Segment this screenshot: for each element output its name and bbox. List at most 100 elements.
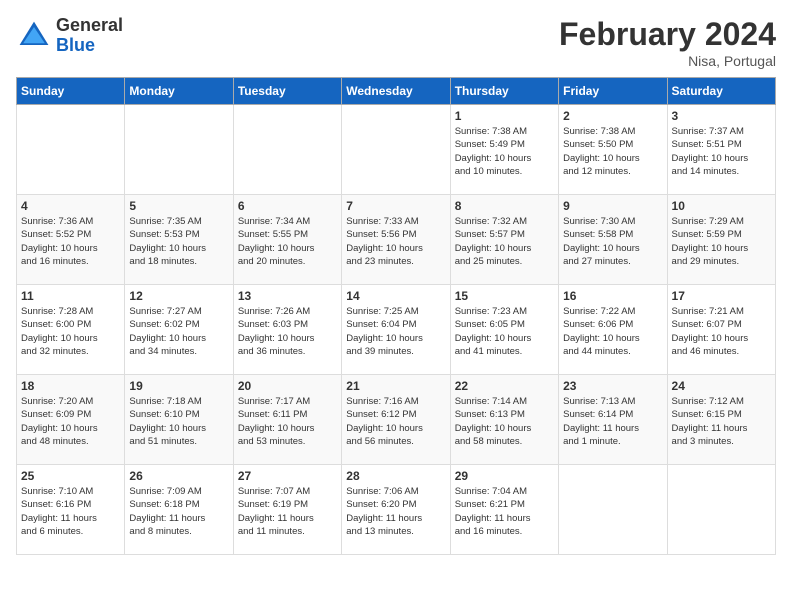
day-header-tuesday: Tuesday (233, 78, 341, 105)
day-info: Sunrise: 7:38 AM Sunset: 5:49 PM Dayligh… (455, 125, 554, 178)
calendar-cell: 29 Sunrise: 7:04 AM Sunset: 6:21 PM Dayli… (450, 465, 558, 555)
calendar-cell: 3 Sunrise: 7:37 AM Sunset: 5:51 PM Daylig… (667, 105, 775, 195)
day-number: 27 (238, 469, 337, 483)
day-info: Sunrise: 7:20 AM Sunset: 6:09 PM Dayligh… (21, 395, 120, 448)
day-info: Sunrise: 7:22 AM Sunset: 6:06 PM Dayligh… (563, 305, 662, 358)
day-number: 10 (672, 199, 771, 213)
day-number: 11 (21, 289, 120, 303)
day-info: Sunrise: 7:25 AM Sunset: 6:04 PM Dayligh… (346, 305, 445, 358)
day-header-saturday: Saturday (667, 78, 775, 105)
day-info: Sunrise: 7:29 AM Sunset: 5:59 PM Dayligh… (672, 215, 771, 268)
day-info: Sunrise: 7:32 AM Sunset: 5:57 PM Dayligh… (455, 215, 554, 268)
logo-general: General (56, 16, 123, 36)
calendar-cell: 27 Sunrise: 7:07 AM Sunset: 6:19 PM Dayli… (233, 465, 341, 555)
calendar-cell: 28 Sunrise: 7:06 AM Sunset: 6:20 PM Dayli… (342, 465, 450, 555)
day-info: Sunrise: 7:38 AM Sunset: 5:50 PM Dayligh… (563, 125, 662, 178)
day-number: 9 (563, 199, 662, 213)
day-number: 4 (21, 199, 120, 213)
day-info: Sunrise: 7:14 AM Sunset: 6:13 PM Dayligh… (455, 395, 554, 448)
day-header-thursday: Thursday (450, 78, 558, 105)
calendar-cell: 11 Sunrise: 7:28 AM Sunset: 6:00 PM Dayli… (17, 285, 125, 375)
calendar-table: SundayMondayTuesdayWednesdayThursdayFrid… (16, 77, 776, 555)
calendar-cell: 6Sunrise: 7:34 AM Sunset: 5:55 PM Daylig… (233, 195, 341, 285)
day-number: 1 (455, 109, 554, 123)
day-number: 26 (129, 469, 228, 483)
calendar-cell: 14 Sunrise: 7:25 AM Sunset: 6:04 PM Dayli… (342, 285, 450, 375)
day-number: 7 (346, 199, 445, 213)
day-info: Sunrise: 7:33 AM Sunset: 5:56 PM Dayligh… (346, 215, 445, 268)
calendar-title: February 2024 (559, 16, 776, 53)
day-number: 20 (238, 379, 337, 393)
logo: General Blue (16, 16, 123, 56)
day-number: 17 (672, 289, 771, 303)
calendar-cell (125, 105, 233, 195)
calendar-cell (667, 465, 775, 555)
day-info: Sunrise: 7:27 AM Sunset: 6:02 PM Dayligh… (129, 305, 228, 358)
calendar-cell: 4 Sunrise: 7:36 AM Sunset: 5:52 PM Daylig… (17, 195, 125, 285)
day-header-monday: Monday (125, 78, 233, 105)
calendar-cell: 24Sunrise: 7:12 AM Sunset: 6:15 PM Dayli… (667, 375, 775, 465)
day-info: Sunrise: 7:18 AM Sunset: 6:10 PM Dayligh… (129, 395, 228, 448)
day-info: Sunrise: 7:23 AM Sunset: 6:05 PM Dayligh… (455, 305, 554, 358)
calendar-cell: 18 Sunrise: 7:20 AM Sunset: 6:09 PM Dayli… (17, 375, 125, 465)
day-number: 14 (346, 289, 445, 303)
day-info: Sunrise: 7:04 AM Sunset: 6:21 PM Dayligh… (455, 485, 554, 538)
day-number: 25 (21, 469, 120, 483)
day-header-wednesday: Wednesday (342, 78, 450, 105)
calendar-cell: 13 Sunrise: 7:26 AM Sunset: 6:03 PM Dayli… (233, 285, 341, 375)
week-row-2: 4 Sunrise: 7:36 AM Sunset: 5:52 PM Daylig… (17, 195, 776, 285)
page-header: General Blue February 2024 Nisa, Portuga… (16, 16, 776, 69)
calendar-cell: 21 Sunrise: 7:16 AM Sunset: 6:12 PM Dayli… (342, 375, 450, 465)
day-number: 19 (129, 379, 228, 393)
day-info: Sunrise: 7:26 AM Sunset: 6:03 PM Dayligh… (238, 305, 337, 358)
calendar-cell: 16 Sunrise: 7:22 AM Sunset: 6:06 PM Dayli… (559, 285, 667, 375)
day-info: Sunrise: 7:30 AM Sunset: 5:58 PM Dayligh… (563, 215, 662, 268)
calendar-cell: 12Sunrise: 7:27 AM Sunset: 6:02 PM Dayli… (125, 285, 233, 375)
day-info: Sunrise: 7:10 AM Sunset: 6:16 PM Dayligh… (21, 485, 120, 538)
logo-blue: Blue (56, 36, 123, 56)
calendar-cell: 23 Sunrise: 7:13 AM Sunset: 6:14 PM Dayli… (559, 375, 667, 465)
calendar-cell: 5Sunrise: 7:35 AM Sunset: 5:53 PM Daylig… (125, 195, 233, 285)
day-info: Sunrise: 7:16 AM Sunset: 6:12 PM Dayligh… (346, 395, 445, 448)
day-number: 3 (672, 109, 771, 123)
day-info: Sunrise: 7:36 AM Sunset: 5:52 PM Dayligh… (21, 215, 120, 268)
day-info: Sunrise: 7:13 AM Sunset: 6:14 PM Dayligh… (563, 395, 662, 448)
day-info: Sunrise: 7:17 AM Sunset: 6:11 PM Dayligh… (238, 395, 337, 448)
day-header-sunday: Sunday (17, 78, 125, 105)
day-number: 16 (563, 289, 662, 303)
day-info: Sunrise: 7:28 AM Sunset: 6:00 PM Dayligh… (21, 305, 120, 358)
day-info: Sunrise: 7:34 AM Sunset: 5:55 PM Dayligh… (238, 215, 337, 268)
day-number: 28 (346, 469, 445, 483)
day-number: 8 (455, 199, 554, 213)
day-number: 23 (563, 379, 662, 393)
day-number: 13 (238, 289, 337, 303)
week-row-3: 11 Sunrise: 7:28 AM Sunset: 6:00 PM Dayli… (17, 285, 776, 375)
calendar-cell (17, 105, 125, 195)
day-info: Sunrise: 7:06 AM Sunset: 6:20 PM Dayligh… (346, 485, 445, 538)
week-row-4: 18 Sunrise: 7:20 AM Sunset: 6:09 PM Dayli… (17, 375, 776, 465)
calendar-cell (342, 105, 450, 195)
week-row-5: 25 Sunrise: 7:10 AM Sunset: 6:16 PM Dayli… (17, 465, 776, 555)
day-number: 21 (346, 379, 445, 393)
day-info: Sunrise: 7:09 AM Sunset: 6:18 PM Dayligh… (129, 485, 228, 538)
calendar-cell (559, 465, 667, 555)
day-number: 5 (129, 199, 228, 213)
calendar-cell: 1 Sunrise: 7:38 AM Sunset: 5:49 PM Daylig… (450, 105, 558, 195)
calendar-subtitle: Nisa, Portugal (559, 53, 776, 69)
calendar-body: 1 Sunrise: 7:38 AM Sunset: 5:49 PM Daylig… (17, 105, 776, 555)
calendar-cell: 22Sunrise: 7:14 AM Sunset: 6:13 PM Dayli… (450, 375, 558, 465)
day-info: Sunrise: 7:37 AM Sunset: 5:51 PM Dayligh… (672, 125, 771, 178)
day-number: 2 (563, 109, 662, 123)
calendar-cell: 2 Sunrise: 7:38 AM Sunset: 5:50 PM Daylig… (559, 105, 667, 195)
calendar-cell: 15Sunrise: 7:23 AM Sunset: 6:05 PM Dayli… (450, 285, 558, 375)
calendar-header: SundayMondayTuesdayWednesdayThursdayFrid… (17, 78, 776, 105)
day-info: Sunrise: 7:07 AM Sunset: 6:19 PM Dayligh… (238, 485, 337, 538)
day-header-friday: Friday (559, 78, 667, 105)
week-row-1: 1 Sunrise: 7:38 AM Sunset: 5:49 PM Daylig… (17, 105, 776, 195)
calendar-cell (233, 105, 341, 195)
day-number: 29 (455, 469, 554, 483)
calendar-cell: 26 Sunrise: 7:09 AM Sunset: 6:18 PM Dayli… (125, 465, 233, 555)
calendar-cell: 8 Sunrise: 7:32 AM Sunset: 5:57 PM Daylig… (450, 195, 558, 285)
calendar-cell: 17Sunrise: 7:21 AM Sunset: 6:07 PM Dayli… (667, 285, 775, 375)
day-number: 18 (21, 379, 120, 393)
